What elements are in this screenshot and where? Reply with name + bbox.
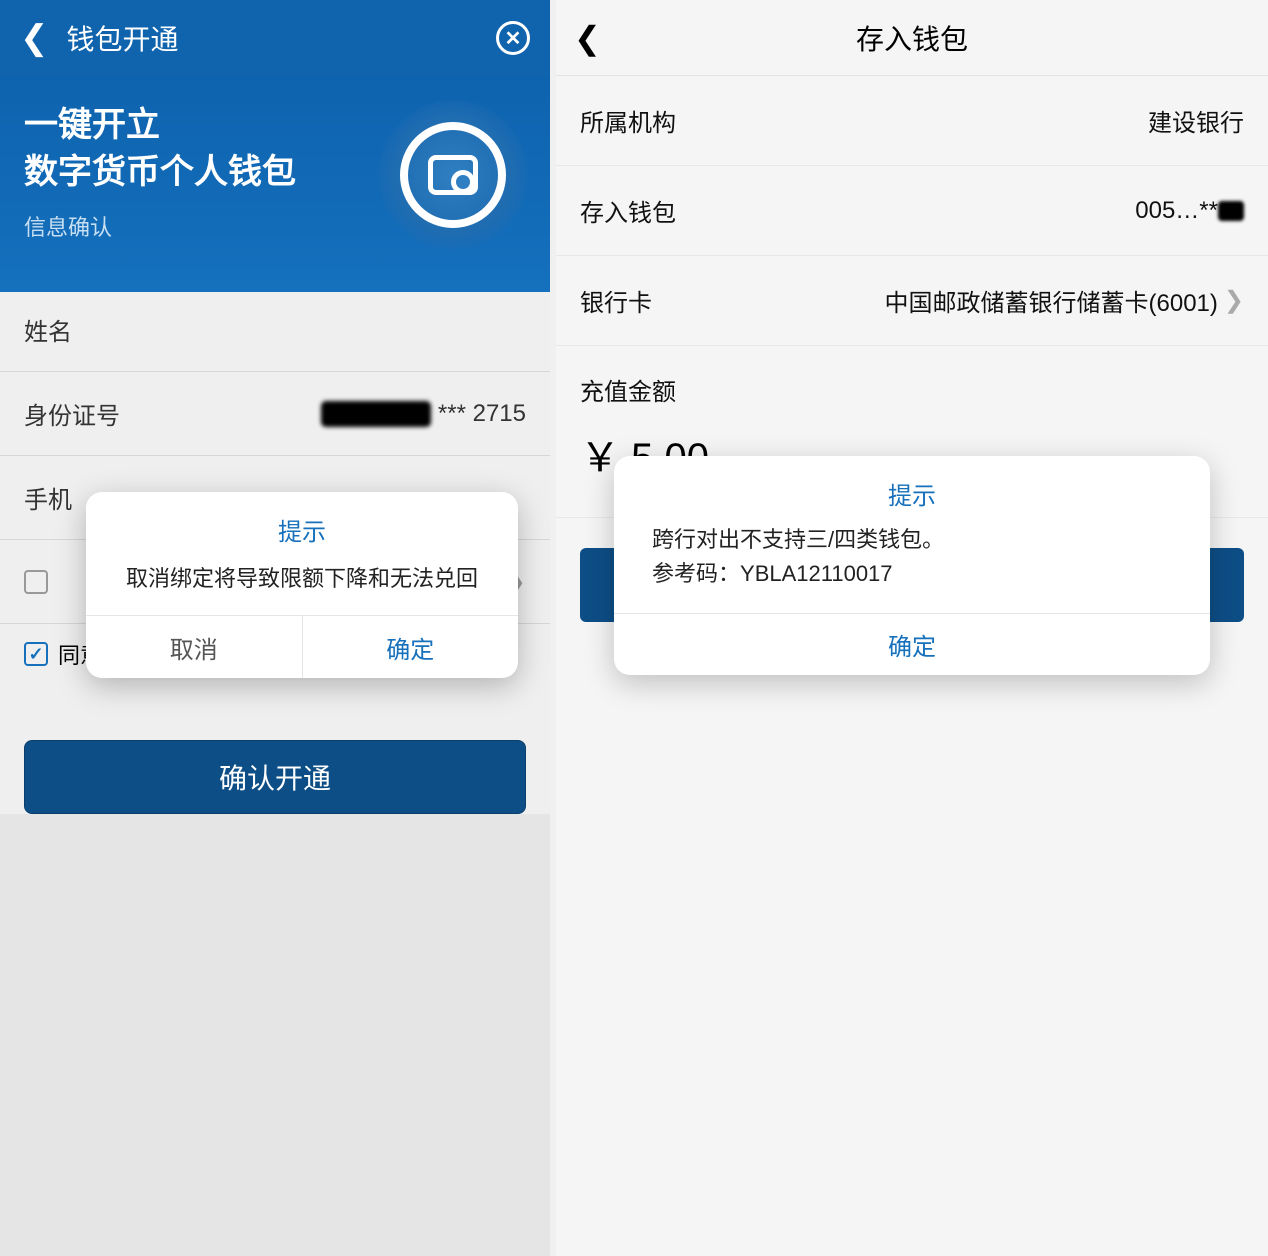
page-title: 钱包开通	[67, 18, 497, 58]
dialog-body: 取消绑定将导致限额下降和无法兑回	[86, 561, 518, 615]
alert-dialog: 提示 取消绑定将导致限额下降和无法兑回 取消 确定	[86, 492, 518, 678]
agree-checkbox-icon[interactable]: ✓	[24, 642, 48, 666]
wallet-value: 005…**	[1135, 197, 1244, 225]
hero-banner: 一键开立 数字货币个人钱包 信息确认	[0, 76, 550, 292]
id-label: 身份证号	[24, 396, 321, 431]
row-organization: 所属机构 建设银行	[556, 76, 1268, 166]
row-bankcard[interactable]: 银行卡 中国邮政储蓄银行储蓄卡(6001) ❯	[556, 256, 1268, 346]
confirm-button[interactable]: 确定	[614, 613, 1210, 675]
org-label: 所属机构	[580, 103, 676, 138]
field-id[interactable]: 身份证号 *** 2715	[0, 372, 550, 456]
alert-dialog: 提示 跨行对出不支持三/四类钱包。 参考码：YBLA12110017 确定	[614, 456, 1210, 675]
org-value: 建设银行	[1148, 103, 1244, 138]
confirm-button[interactable]: 确定	[303, 616, 519, 678]
dialog-title: 提示	[614, 456, 1210, 523]
cancel-button[interactable]: 取消	[86, 616, 303, 678]
left-screen: ❮ 钱包开通 ✕ 一键开立 数字货币个人钱包 信息确认 姓名 身份证号 *** …	[0, 0, 550, 1256]
field-name[interactable]: 姓名	[0, 288, 550, 372]
page-title: 存入钱包	[856, 18, 968, 58]
dialog-title: 提示	[86, 492, 518, 561]
hero-line1: 一键开立	[24, 106, 160, 144]
right-screen: ❮ 存入钱包 所属机构 建设银行 存入钱包 005…** 银行卡 中国邮政储蓄银…	[556, 0, 1268, 1256]
chevron-right-icon: ❯	[1224, 286, 1244, 315]
back-icon[interactable]: ❮	[20, 18, 49, 58]
hero-line2: 数字货币个人钱包	[24, 153, 296, 191]
amount-label: 充值金额	[556, 346, 1268, 417]
checkbox-icon[interactable]	[24, 570, 48, 594]
redaction-icon	[321, 401, 431, 427]
card-label: 银行卡	[580, 283, 652, 318]
id-value: *** 2715	[321, 400, 526, 428]
titlebar: ❮ 钱包开通 ✕	[0, 0, 550, 76]
card-value: 中国邮政储蓄银行储蓄卡(6001)	[885, 283, 1218, 318]
dialog-body: 跨行对出不支持三/四类钱包。 参考码：YBLA12110017	[614, 523, 1210, 613]
row-wallet[interactable]: 存入钱包 005…**	[556, 166, 1268, 256]
wallet-icon	[378, 100, 528, 250]
confirm-open-button[interactable]: 确认开通	[24, 740, 526, 814]
titlebar: ❮ 存入钱包	[556, 0, 1268, 76]
redaction-icon	[1218, 201, 1244, 221]
name-label: 姓名	[24, 312, 526, 347]
close-icon[interactable]: ✕	[496, 21, 530, 55]
wallet-label: 存入钱包	[580, 193, 676, 228]
back-icon[interactable]: ❮	[574, 19, 601, 57]
